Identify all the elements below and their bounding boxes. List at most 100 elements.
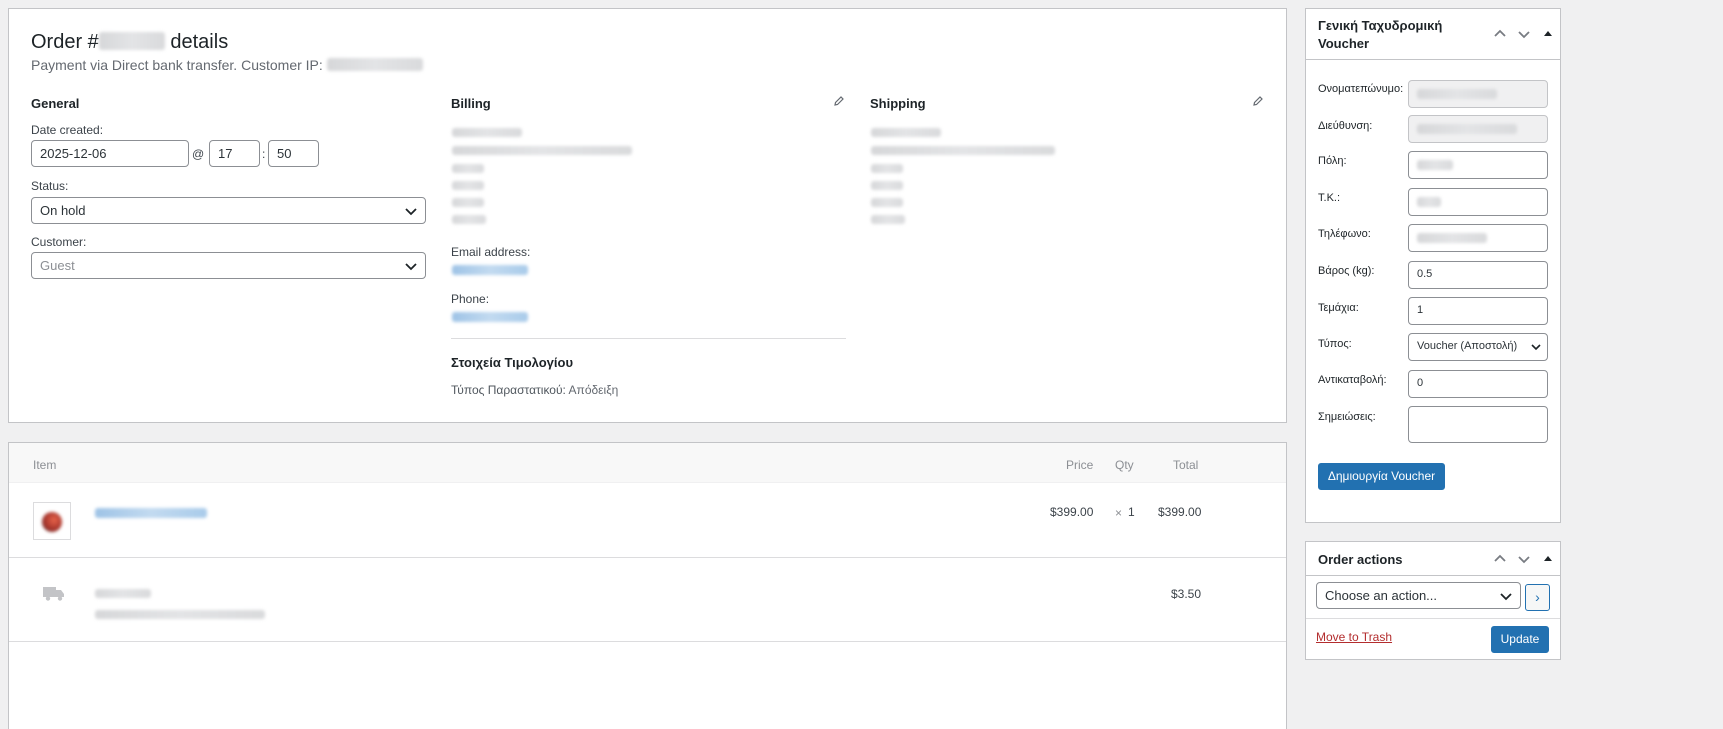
time-colon: : bbox=[262, 147, 266, 161]
invoice-type-value: Απόδειξη bbox=[568, 383, 619, 397]
hour-input[interactable]: 17 bbox=[209, 140, 260, 167]
email-label: Email address: bbox=[451, 245, 531, 259]
create-voucher-button[interactable]: Δημιουργία Voucher bbox=[1318, 463, 1445, 490]
customer-select[interactable]: Guest bbox=[31, 252, 426, 279]
date-created-label: Date created: bbox=[31, 123, 104, 137]
phone-value-redacted bbox=[1417, 233, 1487, 243]
type-select[interactable]: Voucher (Αποστολή) bbox=[1408, 333, 1548, 361]
chevron-down-icon bbox=[405, 263, 417, 271]
order-action-select[interactable]: Choose an action... bbox=[1316, 582, 1521, 609]
invoice-heading: Στοιχεία Τιμολογίου bbox=[451, 355, 574, 370]
qty-multiplier: × bbox=[1115, 506, 1123, 520]
shipping-method-details-redacted bbox=[95, 610, 265, 619]
item-price: $399.00 bbox=[1050, 505, 1094, 519]
update-button[interactable]: Update bbox=[1491, 626, 1549, 653]
shipping-heading: Shipping bbox=[870, 96, 926, 111]
zip-label: Τ.Κ.: bbox=[1318, 192, 1341, 204]
product-image bbox=[42, 512, 62, 532]
billing-line-redacted bbox=[452, 215, 486, 224]
shipping-line-redacted bbox=[871, 198, 903, 207]
date-created-input[interactable]: 2025-12-06 bbox=[31, 140, 189, 167]
items-table-header: Item Price Qty Total bbox=[9, 443, 1286, 483]
collapse-toggle-icon[interactable] bbox=[1540, 551, 1556, 567]
order-title: Order # details bbox=[31, 31, 228, 54]
order-actions-metabox: Order actions Choose an action... › Move… bbox=[1305, 541, 1561, 660]
minute-input[interactable]: 50 bbox=[268, 140, 319, 167]
order-items-panel: Item Price Qty Total $399.00 × 1 $399.00… bbox=[8, 442, 1287, 729]
chevron-down-icon[interactable] bbox=[1516, 551, 1532, 567]
name-value-redacted bbox=[1417, 89, 1497, 99]
customer-ip-redacted bbox=[326, 58, 423, 71]
cod-input[interactable]: 0 bbox=[1408, 370, 1548, 398]
billing-divider bbox=[451, 338, 846, 339]
voucher-box-title: Γενική Ταχυδρομική Voucher bbox=[1318, 18, 1443, 51]
billing-line-redacted bbox=[452, 164, 484, 173]
notes-textarea[interactable] bbox=[1408, 406, 1548, 443]
city-value-redacted bbox=[1417, 160, 1453, 170]
shipping-truck-icon bbox=[43, 587, 64, 601]
status-value: On hold bbox=[40, 203, 86, 218]
actions-divider bbox=[1306, 618, 1560, 619]
shipping-line-redacted bbox=[871, 164, 903, 173]
status-select[interactable]: On hold bbox=[31, 197, 426, 224]
zip-input[interactable] bbox=[1408, 188, 1548, 216]
item-qty: 1 bbox=[1128, 505, 1135, 519]
product-name-link[interactable] bbox=[95, 508, 207, 518]
notes-label: Σημειώσεις: bbox=[1318, 411, 1376, 423]
qty-column-header: Qty bbox=[1115, 458, 1134, 472]
at-sign: @ bbox=[192, 147, 205, 161]
order-actions-title: Order actions bbox=[1318, 552, 1403, 567]
collapse-toggle-icon[interactable] bbox=[1540, 26, 1556, 42]
chevron-down-icon bbox=[405, 208, 417, 216]
voucher-metabox: Γενική Ταχυδρομική Voucher Ονοματεπώνυμο… bbox=[1305, 8, 1561, 523]
name-input[interactable] bbox=[1408, 80, 1548, 108]
cod-label: Αντικαταβολή: bbox=[1318, 374, 1387, 386]
city-label: Πόλη: bbox=[1318, 155, 1347, 167]
order-subtitle: Payment via Direct bank transfer. Custom… bbox=[31, 57, 423, 73]
chevron-down-icon[interactable] bbox=[1516, 26, 1532, 42]
address-label: Διεύθυνση: bbox=[1318, 120, 1373, 132]
edit-shipping-pencil-icon[interactable] bbox=[1252, 95, 1264, 107]
chevron-up-icon[interactable] bbox=[1492, 551, 1508, 567]
billing-phone-link[interactable] bbox=[452, 312, 528, 322]
edit-billing-pencil-icon[interactable] bbox=[833, 95, 845, 107]
type-label: Τύπος: bbox=[1318, 338, 1352, 350]
billing-address-redacted bbox=[452, 146, 632, 155]
phone-input[interactable] bbox=[1408, 224, 1548, 252]
chevron-down-icon bbox=[1531, 344, 1541, 351]
type-value: Voucher (Αποστολή) bbox=[1417, 340, 1518, 352]
shipping-total: $3.50 bbox=[1171, 587, 1202, 601]
weight-input[interactable]: 0.5 bbox=[1408, 261, 1548, 289]
phone-label: Phone: bbox=[451, 292, 490, 306]
billing-name-redacted bbox=[452, 128, 522, 137]
zip-value-redacted bbox=[1417, 197, 1441, 207]
address-input[interactable] bbox=[1408, 115, 1548, 143]
address-value-redacted bbox=[1417, 124, 1517, 134]
city-input[interactable] bbox=[1408, 151, 1548, 179]
general-heading: General bbox=[31, 96, 80, 111]
item-total: $399.00 bbox=[1158, 505, 1202, 519]
order-number-redacted bbox=[98, 32, 165, 50]
shipping-line-redacted bbox=[871, 181, 903, 190]
chevron-up-icon[interactable] bbox=[1492, 26, 1508, 42]
order-action-value: Choose an action... bbox=[1325, 588, 1438, 603]
billing-heading: Billing bbox=[451, 96, 491, 111]
billing-line-redacted bbox=[452, 181, 484, 190]
product-thumbnail[interactable] bbox=[33, 502, 71, 540]
row-divider bbox=[9, 641, 1286, 642]
customer-placeholder: Guest bbox=[40, 258, 75, 273]
pieces-label: Τεμάχια: bbox=[1318, 302, 1359, 314]
pieces-input[interactable]: 1 bbox=[1408, 297, 1548, 325]
order-actions-header: Order actions bbox=[1306, 542, 1560, 576]
move-to-trash-link[interactable]: Move to Trash bbox=[1316, 630, 1392, 644]
invoice-type: Τύπος Παραστατικού: Απόδειξη bbox=[451, 383, 618, 397]
status-label: Status: bbox=[31, 179, 69, 193]
order-data-panel: Order # details Payment via Direct bank … bbox=[8, 8, 1287, 423]
billing-email-link[interactable] bbox=[452, 265, 528, 275]
shipping-line-redacted bbox=[871, 215, 905, 224]
chevron-down-icon bbox=[1500, 593, 1512, 601]
row-divider bbox=[9, 557, 1286, 558]
weight-label: Βάρος (kg): bbox=[1318, 265, 1375, 277]
shipping-address-redacted bbox=[871, 146, 1055, 155]
apply-action-button[interactable]: › bbox=[1525, 584, 1550, 611]
